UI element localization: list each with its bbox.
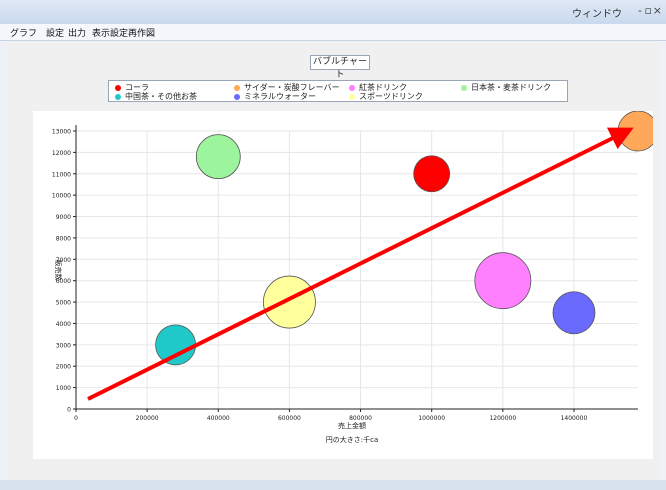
chart-title: バブルチャート [310, 55, 370, 80]
x-tick-label: 800000 [349, 415, 372, 422]
y-tick-label: 0 [67, 407, 71, 414]
y-tick-label: 3000 [56, 342, 71, 349]
minimize-icon[interactable]: - [638, 4, 642, 17]
legend-marker-cola [115, 84, 121, 91]
y-tick-label: 5000 [56, 300, 71, 307]
menu-bar: グラフ 設定 出力 表示設定 再作図 [0, 24, 666, 41]
legend-marker-sports-drink [349, 93, 355, 100]
legend-item-sports-drink: スポーツドリンク [349, 91, 423, 102]
window-title: ウィンドウ [572, 9, 622, 20]
x-tick-label: 400000 [207, 415, 230, 422]
plot-area: 0 1000 2000 3000 4000 5000 6000 7000 8000 9000 100… [33, 110, 659, 459]
bubble [474, 252, 532, 310]
legend-item-mineral-water: ミネラルウォーター [234, 91, 316, 102]
y-tick-label: 10000 [52, 193, 71, 200]
bubble-size-note: 円の大きさ:千ca [326, 435, 379, 444]
menu-settings[interactable]: 設定 [46, 26, 64, 39]
legend-marker-japanese-tea [461, 84, 467, 91]
x-tick-label: 200000 [136, 415, 159, 422]
legend-marker-mineral-water [234, 93, 240, 100]
title-bar: ウィンドウ - ▫ × [0, 0, 666, 25]
x-axis-label: 売上金額 [338, 421, 366, 430]
menu-output[interactable]: 出力 [68, 26, 86, 39]
legend-item-japanese-tea: 日本茶・麦茶ドリンク [461, 82, 551, 93]
bubble [413, 155, 451, 193]
app-window: ウィンドウ - ▫ × グラフ 設定 出力 表示設定 再作図 バブルチャート コ… [0, 0, 666, 490]
bubble [552, 291, 596, 335]
x-tick-label: 1000000 [418, 415, 445, 422]
annotation-arrow [87, 127, 634, 401]
legend-marker-chinese-tea [115, 93, 121, 100]
bubble [195, 134, 241, 180]
menu-display-settings[interactable]: 表示設定 [92, 26, 128, 39]
y-tick-label: 13000 [52, 129, 71, 136]
menu-graph[interactable]: グラフ [10, 26, 37, 39]
bubble [617, 110, 659, 152]
restore-icon[interactable]: ▫ [645, 4, 652, 17]
y-axis-label: 販売数 [54, 260, 63, 281]
chart-legend: コーラ サイダー・炭酸フレーバー 紅茶ドリンク 日本茶・麦茶ドリンク 中国茶・そ… [108, 80, 568, 102]
x-tick-label: 0 [74, 415, 78, 422]
menu-redraw[interactable]: 再作図 [128, 26, 155, 39]
y-tick-label: 8000 [56, 235, 71, 242]
close-icon[interactable]: × [653, 4, 662, 17]
legend-marker-black-tea [349, 84, 355, 91]
x-tick-label: 1400000 [561, 415, 588, 422]
x-tick-label: 1200000 [489, 415, 516, 422]
legend-marker-cider [234, 84, 240, 91]
bubble [263, 275, 316, 329]
y-tick-label: 12000 [52, 150, 71, 157]
bubble-chart: 0100020003000400050006000700080009000100… [52, 110, 659, 444]
y-tick-label: 2000 [56, 364, 71, 371]
y-tick-label: 1000 [56, 385, 71, 392]
status-bar [0, 480, 666, 490]
bubble [155, 324, 196, 366]
legend-item-chinese-tea: 中国茶・その他お茶 [115, 91, 197, 102]
y-tick-label: 4000 [56, 321, 71, 328]
y-tick-label: 11000 [52, 171, 71, 178]
y-tick-label: 9000 [56, 214, 71, 221]
x-tick-label: 600000 [278, 415, 301, 422]
